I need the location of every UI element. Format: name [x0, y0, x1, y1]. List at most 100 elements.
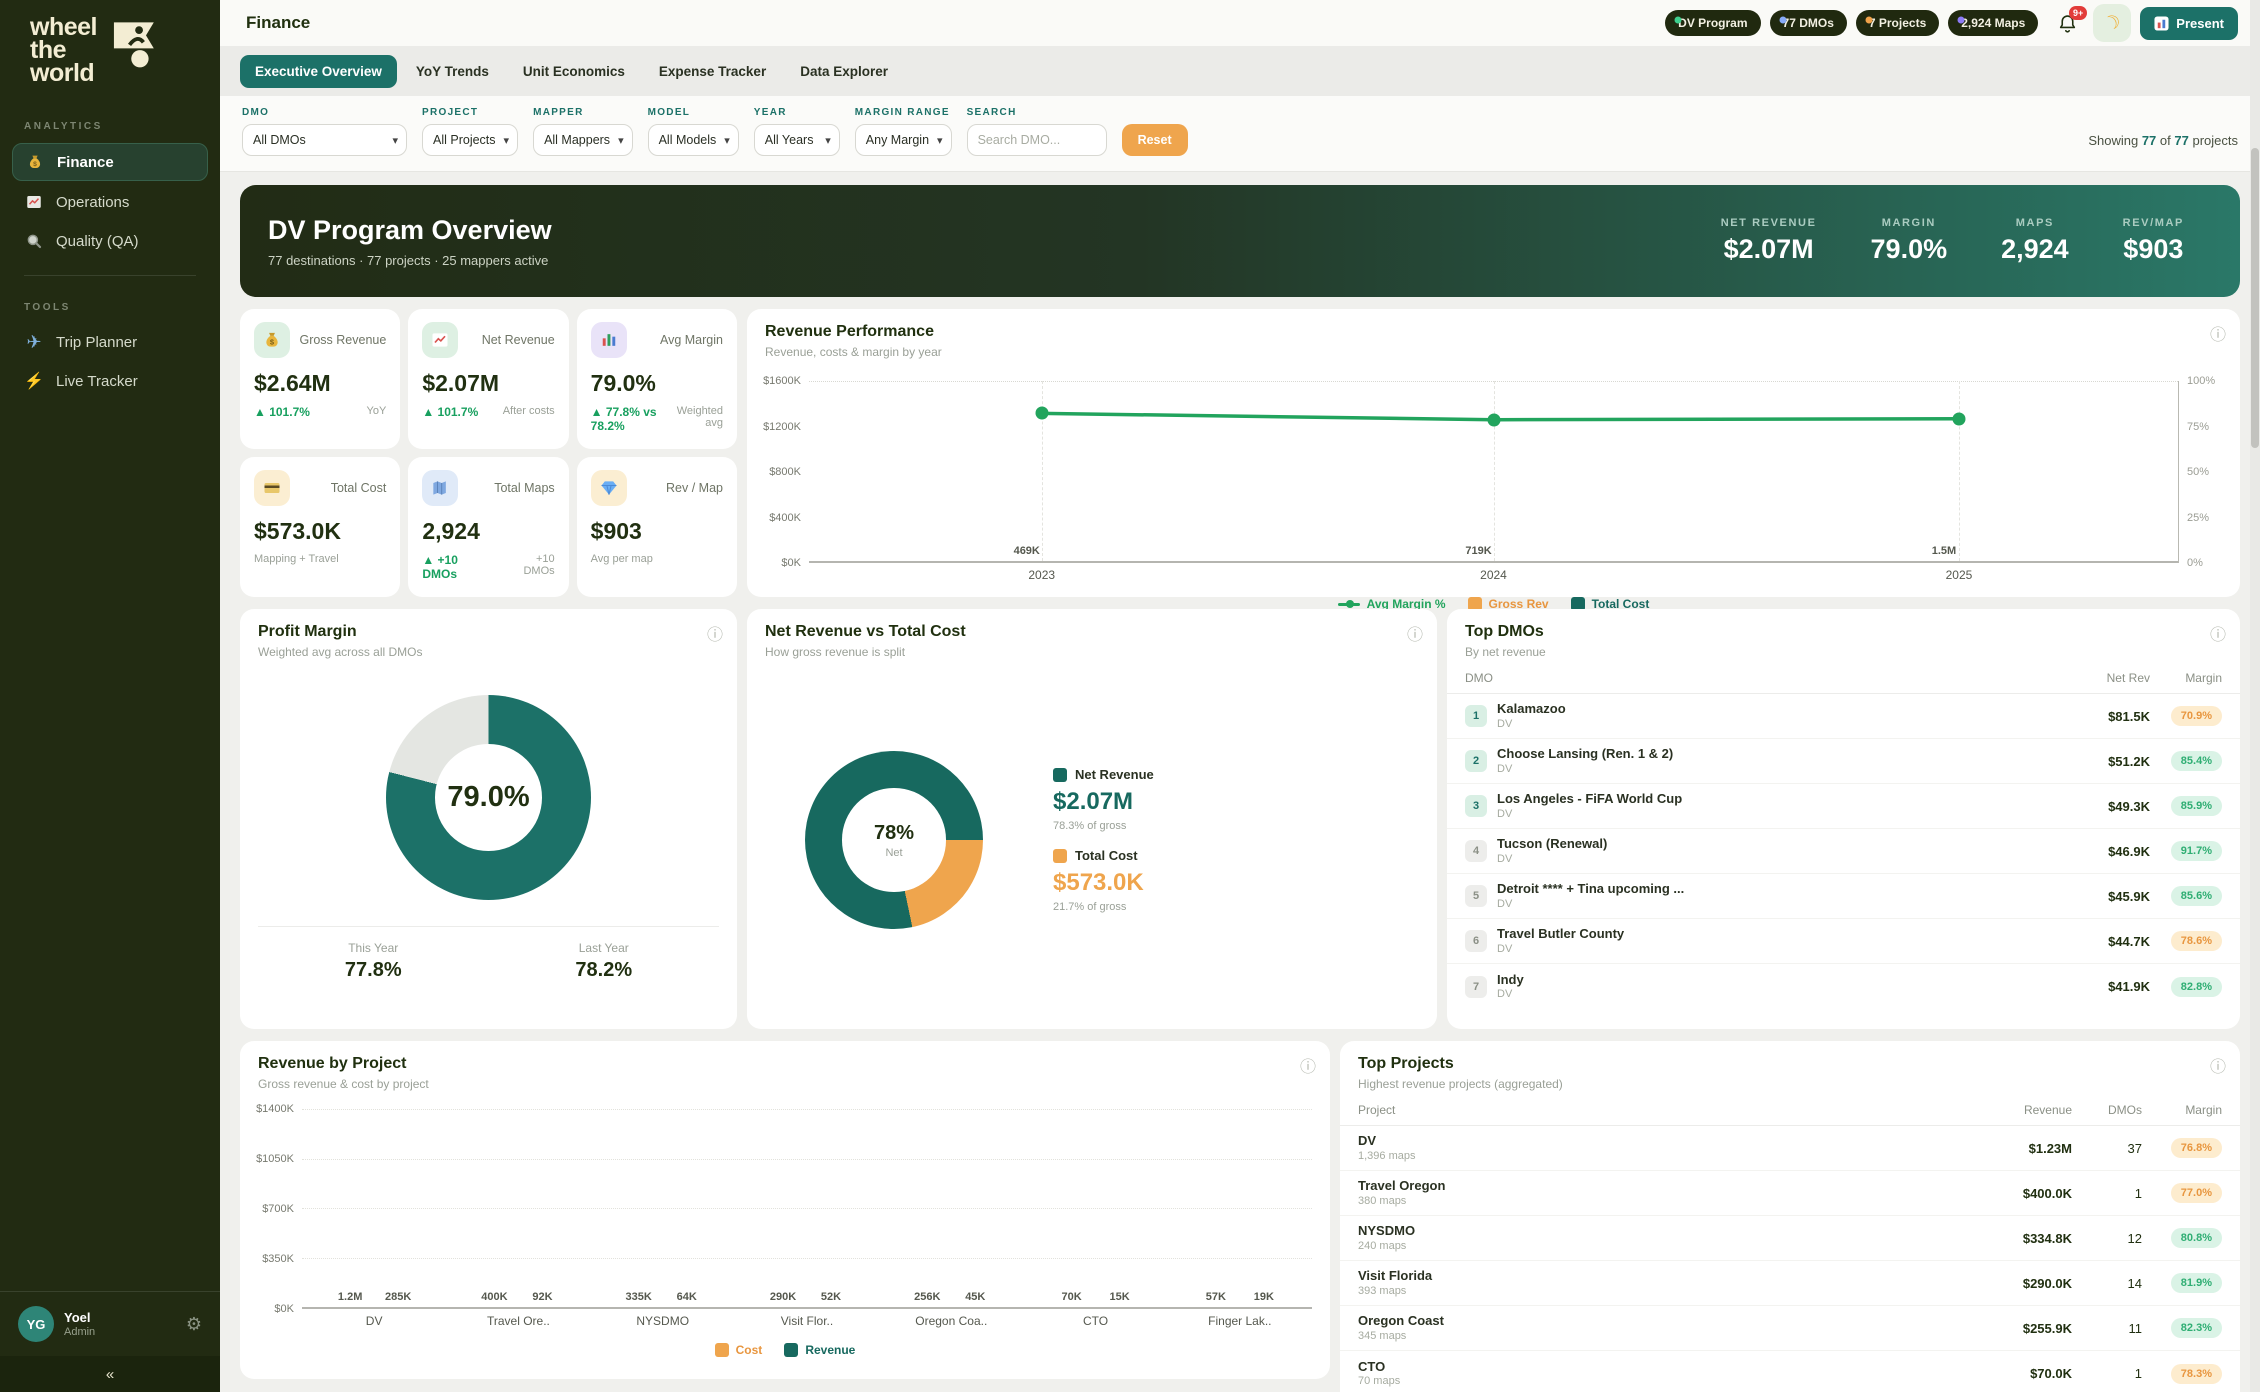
map-icon [422, 470, 458, 506]
kpi-delta: ▲ +10 DMOs [422, 553, 494, 581]
project-maps: 393 maps [1358, 1285, 1962, 1298]
dmo-tag: DV [1497, 898, 1684, 911]
filter-select[interactable]: All Years ▾ [754, 124, 840, 156]
table-row[interactable]: Oregon Coast 345 maps $255.9K 11 82.3% [1340, 1306, 2240, 1351]
kpi-note: Mapping + Travel [254, 553, 339, 565]
scrollbar-thumb[interactable] [2251, 148, 2259, 448]
tab[interactable]: YoY Trends [401, 55, 504, 88]
table-row[interactable]: 7 Indy DV $41.9K 82.8% [1447, 964, 2240, 1009]
rank-chip: 1 [1465, 705, 1487, 727]
top-dmos-card: Top DMOs By net revenue ⓘ DMO Net Rev Ma… [1447, 609, 2240, 1029]
banner-subtitle: 77 destinations · 77 projects · 25 mappe… [268, 253, 552, 268]
sidebar-item-quality[interactable]: Quality (QA) [12, 223, 208, 259]
search-label: SEARCH [967, 107, 1107, 118]
table-row[interactable]: 5 Detroit **** + Tina upcoming ... DV $4… [1447, 874, 2240, 919]
table-header: Project Revenue DMOs Margin [1340, 1091, 2240, 1126]
status-badge[interactable]: 2,924 Maps [1948, 10, 2038, 36]
trend-chart-icon [422, 322, 458, 358]
page-scrollbar[interactable] [2250, 0, 2260, 1392]
info-icon[interactable]: ⓘ [2210, 321, 2226, 345]
rank-chip: 2 [1465, 750, 1487, 772]
dmo-tag: DV [1497, 808, 1682, 821]
card-subtitle: How gross revenue is split [765, 645, 1419, 659]
table-row[interactable]: 2 Choose Lansing (Ren. 1 & 2) DV $51.2K … [1447, 739, 2240, 784]
filter-value: All Models [659, 133, 717, 147]
chart-line-icon [24, 192, 44, 212]
filter-select[interactable]: Any Margin ▾ [855, 124, 952, 156]
tab-label: Data Explorer [800, 64, 888, 79]
tab[interactable]: Executive Overview [240, 55, 397, 88]
money-bag-icon: $ [25, 152, 45, 172]
net-vs-cost-card: Net Revenue vs Total Cost How gross reve… [747, 609, 1437, 1029]
status-badge[interactable]: 7 Projects [1856, 10, 1939, 36]
tab[interactable]: Expense Tracker [644, 55, 781, 88]
filter-label: MAPPER [533, 107, 633, 118]
table-row[interactable]: 3 Los Angeles - FiFA World Cup DV $49.3K… [1447, 784, 2240, 829]
filter-bar: DMO All DMOs ▾ PROJECT All Projects ▾ [220, 96, 2260, 172]
info-icon[interactable]: ⓘ [1407, 621, 1423, 645]
rank-chip: 5 [1465, 885, 1487, 907]
filter-value: Any Margin [866, 133, 929, 147]
filter-select[interactable]: All Mappers ▾ [533, 124, 633, 156]
table-row[interactable]: CTO 70 maps $70.0K 1 78.3% [1340, 1351, 2240, 1392]
margin-badge: 85.4% [2171, 751, 2222, 771]
dark-mode-toggle[interactable]: ☽ [2093, 4, 2131, 42]
dmo-tag: DV [1497, 718, 1566, 731]
project-name: Oregon Coast [1358, 1313, 1962, 1329]
reset-button[interactable]: Reset [1122, 124, 1188, 156]
status-badge[interactable]: 77 DMOs [1770, 10, 1847, 36]
present-button[interactable]: Present [2140, 7, 2238, 40]
sidebar-collapse-button[interactable]: « [0, 1356, 220, 1392]
filter-label: YEAR [754, 107, 840, 118]
rank-chip: 6 [1465, 930, 1487, 952]
lightning-icon: ⚡ [24, 371, 44, 391]
sidebar-item-live-tracker[interactable]: ⚡ Live Tracker [12, 363, 208, 399]
revenue-value: $400.0K [1962, 1186, 2072, 1201]
filter-select[interactable]: All Projects ▾ [422, 124, 518, 156]
tab-bar: Executive Overview YoY Trends Unit Econo… [220, 46, 2260, 96]
revenue-by-project-plot: 1.2M285KDV400K92KTravel Ore..335K64KNYSD… [302, 1109, 1312, 1309]
chevron-down-icon: ▾ [937, 134, 943, 147]
filter-field: MARGIN RANGE Any Margin ▾ [855, 107, 952, 156]
tab[interactable]: Unit Economics [508, 55, 640, 88]
table-row[interactable]: 1 Kalamazoo DV $81.5K 70.9% [1447, 694, 2240, 739]
avatar[interactable]: YG [18, 1306, 54, 1342]
sidebar-item-operations[interactable]: Operations [12, 184, 208, 220]
sidebar-item-finance[interactable]: $ Finance [12, 143, 208, 181]
filter-select[interactable]: All DMOs ▾ [242, 124, 407, 156]
status-badge[interactable]: DV Program [1665, 10, 1760, 36]
sidebar-item-label: Trip Planner [56, 334, 137, 351]
credit-card-icon [254, 470, 290, 506]
project-maps: 345 maps [1358, 1330, 1962, 1343]
content-area: DV Program Overview 77 destinations · 77… [220, 172, 2260, 1392]
table-row[interactable]: Visit Florida 393 maps $290.0K 14 81.9% [1340, 1261, 2240, 1306]
tab[interactable]: Data Explorer [785, 55, 903, 88]
filter-field: MAPPER All Mappers ▾ [533, 107, 633, 156]
table-row[interactable]: NYSDMO 240 maps $334.8K 12 80.8% [1340, 1216, 2240, 1261]
kpi-delta: ▲ 101.7% [254, 405, 310, 419]
info-icon[interactable]: ⓘ [707, 621, 723, 645]
notifications-button[interactable]: 9+ [2057, 13, 2078, 34]
info-icon[interactable]: ⓘ [2210, 1053, 2226, 1077]
moon-icon: ☽ [2100, 11, 2124, 36]
table-row[interactable]: 4 Tucson (Renewal) DV $46.9K 91.7% [1447, 829, 2240, 874]
banner-stat-value: $903 [2123, 234, 2184, 265]
info-icon[interactable]: ⓘ [2210, 621, 2226, 645]
info-icon[interactable]: ⓘ [1300, 1053, 1316, 1077]
table-row[interactable]: DV 1,396 maps $1.23M 37 76.8% [1340, 1126, 2240, 1171]
user-box[interactable]: YG Yoel Admin ⚙ [0, 1291, 220, 1356]
dmo-tag: DV [1497, 763, 1673, 776]
search-input[interactable] [967, 124, 1107, 156]
kpi-value: $2.07M [422, 370, 554, 397]
gear-icon[interactable]: ⚙ [186, 1314, 202, 1335]
dmos-count: 14 [2072, 1276, 2142, 1291]
margin-badge: 91.7% [2171, 841, 2222, 861]
card-subtitle: By net revenue [1465, 645, 2222, 659]
filter-select[interactable]: All Models ▾ [648, 124, 739, 156]
card-title: Top DMOs [1465, 623, 2222, 641]
card-title: Revenue by Project [258, 1055, 1312, 1073]
sidebar-item-trip-planner[interactable]: ✈ Trip Planner [12, 324, 208, 360]
table-row[interactable]: Travel Oregon 380 maps $400.0K 1 77.0% [1340, 1171, 2240, 1216]
table-row[interactable]: 6 Travel Butler County DV $44.7K 78.6% [1447, 919, 2240, 964]
net-revenue-legend-entry: Net Revenue $2.07M 78.3% of gross [1053, 767, 1154, 832]
